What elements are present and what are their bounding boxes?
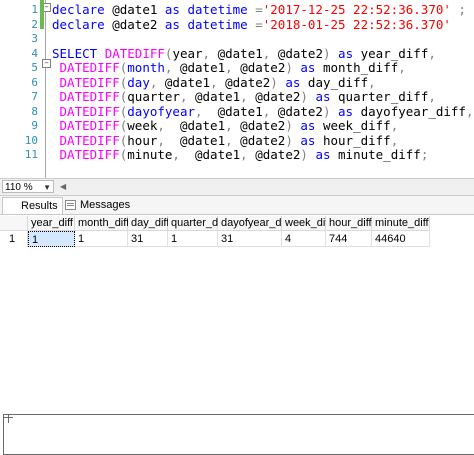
grid-cell[interactable]: 744	[326, 231, 372, 247]
line-number: 4	[31, 46, 38, 60]
zoom-select[interactable]: 110 % ▼	[2, 180, 54, 193]
grid-cell[interactable]: 1	[75, 231, 128, 247]
column-header[interactable]: quarter_diff	[168, 216, 226, 231]
grid-corner[interactable]	[0, 216, 28, 231]
code-line: DATEDIFF(quarter, @date1, @date2) as qua…	[52, 89, 436, 104]
code-line: declare @date1 as datetime ='2017-12-25 …	[52, 2, 466, 17]
editor-status-bar: 110 % ▼ ◀	[0, 178, 474, 196]
change-marker	[40, 14, 44, 29]
results-tabs: Results Messages	[0, 196, 474, 455]
line-number: 3	[31, 32, 38, 45]
column-header[interactable]: week_diff	[282, 216, 331, 231]
column-header[interactable]: minute_diff	[372, 216, 430, 231]
scroll-left-icon[interactable]: ◀	[60, 182, 66, 191]
line-number: 2	[31, 17, 38, 31]
grid-cell[interactable]: 1	[168, 231, 218, 247]
line-number: 5	[31, 61, 38, 74]
code-line: DATEDIFF(hour, @date1, @date2) as hour_d…	[52, 132, 399, 148]
tab-messages[interactable]: Messages	[62, 197, 134, 213]
code-line: SELECT DATEDIFF(year, @date1, @date2) as…	[52, 45, 436, 61]
line-number: 9	[31, 119, 38, 132]
code-line: DATEDIFF(week, @date1, @date2) as week_d…	[52, 118, 399, 133]
messages-icon	[65, 200, 76, 210]
line-number: 11	[24, 148, 38, 161]
tab-messages-label: Messages	[80, 199, 131, 211]
zoom-value: 110 %	[5, 182, 33, 193]
column-header[interactable]: hour_diff	[326, 216, 372, 231]
column-header[interactable]: year_diff	[28, 216, 75, 231]
change-marker	[40, 0, 44, 15]
column-header[interactable]: day_diff	[128, 216, 169, 231]
grid-cell[interactable]: 31	[128, 231, 168, 247]
line-number-gutter: 1 2 3 4 5 6 7 8 9 10 11	[0, 0, 40, 178]
grid-cell[interactable]: 44640	[372, 231, 430, 247]
tab-results-label: Results	[21, 200, 58, 212]
code-line: DATEDIFF(minute, @date1, @date2) as minu…	[52, 147, 429, 162]
grid-cell[interactable]: 31	[218, 231, 282, 247]
column-header[interactable]: month_diff	[75, 216, 129, 231]
collapse-icon[interactable]: −	[42, 59, 51, 68]
code-line: declare @date2 as datetime ='2018-01-25 …	[52, 16, 451, 32]
code-line: DATEDIFF(day, @date1, @date2) as day_dif…	[52, 74, 376, 90]
line-number: 8	[31, 104, 38, 118]
results-grid[interactable]: year_diff month_diff day_diff quarter_diff d…	[0, 216, 474, 257]
row-number[interactable]: 1	[0, 231, 28, 247]
code-line: DATEDIFF(month, @date1, @date2) as month…	[52, 60, 406, 75]
grid-icon	[3, 414, 474, 455]
chevron-down-icon: ▼	[43, 183, 51, 192]
line-number: 7	[31, 90, 38, 103]
grid-cell[interactable]: 4	[282, 231, 326, 247]
grid-cell[interactable]: 1	[28, 231, 75, 247]
line-number: 10	[24, 133, 38, 147]
tab-results[interactable]: Results	[2, 197, 474, 455]
sql-editor[interactable]: 1 2 3 4 5 6 7 8 9 10 11 − − declare @date1 as date…	[0, 0, 474, 178]
outline-bar	[45, 0, 46, 178]
column-header[interactable]: dayofyear_diff	[218, 216, 290, 231]
line-number: 1	[31, 3, 38, 16]
line-number: 6	[31, 75, 38, 89]
code-line: DATEDIFF(dayofyear, @date1, @date2) as d…	[52, 103, 474, 119]
